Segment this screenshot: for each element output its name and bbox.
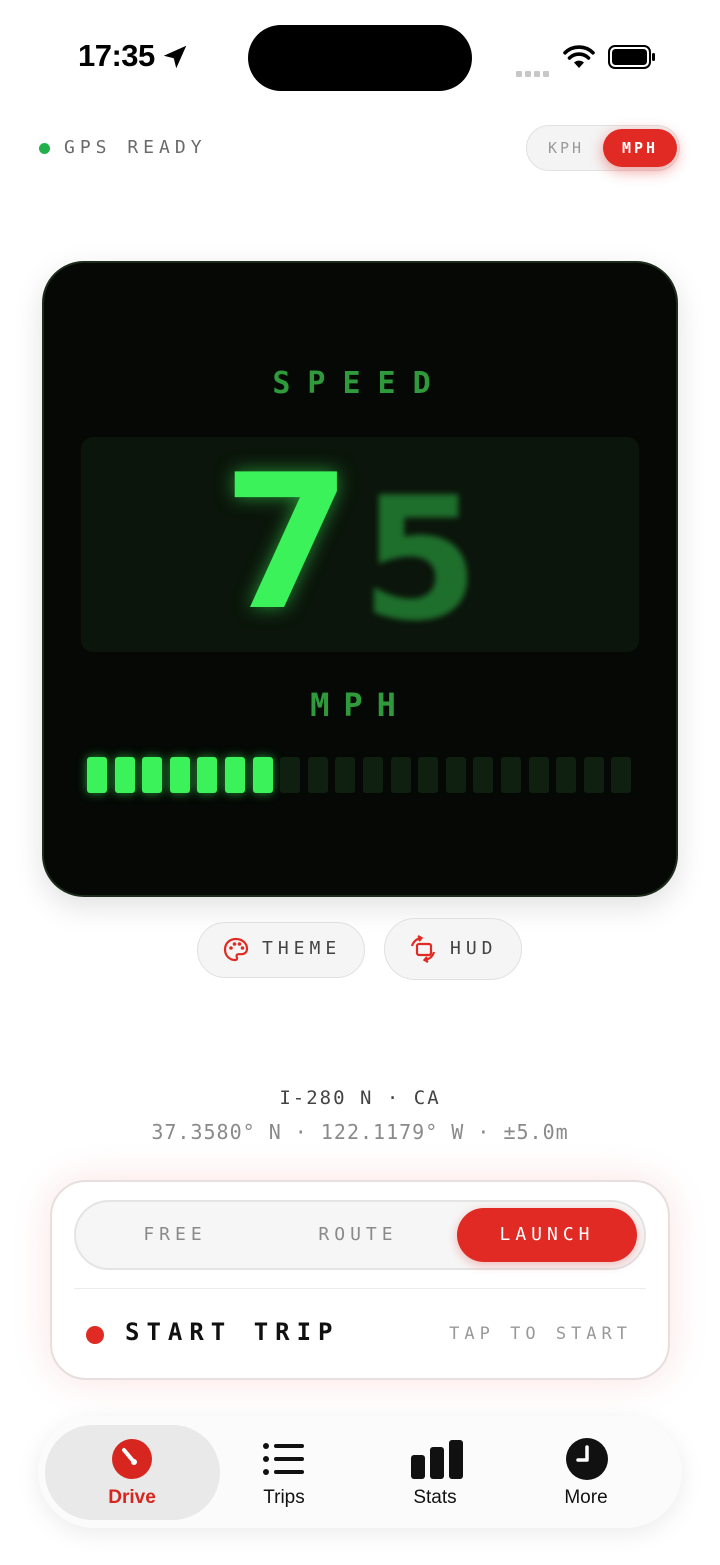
start-trip-button[interactable]: START TRIP	[125, 1318, 340, 1346]
location-arrow-icon	[163, 45, 187, 69]
speed-level-segment	[584, 757, 604, 793]
record-dot	[86, 1326, 104, 1344]
signal-icon	[516, 62, 552, 81]
speed-level-segment	[363, 757, 383, 793]
speed-level-segment	[308, 757, 328, 793]
tab-label-drive: Drive	[108, 1487, 156, 1508]
bar-chart-icon[interactable]	[410, 1439, 464, 1479]
list-icon[interactable]	[262, 1441, 306, 1477]
speed-digit-ones: 5	[360, 461, 480, 659]
gps-status-label: GPS READY	[64, 137, 207, 158]
speed-level-segment	[87, 757, 107, 793]
speed-level-segment	[225, 757, 245, 793]
speed-digit-tens: 7	[222, 434, 352, 651]
unit-option-kph[interactable]: KPH	[530, 129, 602, 167]
speed-level-segment	[556, 757, 576, 793]
speed-label: SPEED	[272, 366, 448, 401]
divider	[74, 1288, 646, 1289]
speed-unit-label: MPH	[310, 686, 410, 724]
mode-route[interactable]: ROUTE	[272, 1208, 444, 1262]
start-trip-hint: TAP TO START	[449, 1324, 632, 1344]
speed-level-segment	[197, 757, 217, 793]
speed-level-segment	[473, 757, 493, 793]
dynamic-island	[248, 25, 472, 91]
mode-free[interactable]: FREE	[90, 1208, 260, 1262]
hud-button-label: HUD	[450, 938, 498, 959]
speed-level-segment	[170, 757, 190, 793]
wifi-icon	[563, 45, 595, 68]
gps-status-dot	[39, 143, 50, 154]
tab-label-trips[interactable]: Trips	[224, 1487, 344, 1509]
gps-coordinates: 37.3580° N · 122.1179° W · ±5.0m	[151, 1120, 569, 1144]
mode-launch[interactable]: LAUNCH	[457, 1208, 637, 1262]
speed-level-segment	[391, 757, 411, 793]
rotate-screen-icon	[410, 935, 436, 963]
speed-level-segment	[418, 757, 438, 793]
theme-button-label: THEME	[262, 938, 342, 959]
speed-level-bar	[87, 757, 647, 793]
clock-icon[interactable]	[565, 1437, 609, 1481]
road-name: I-280 N · CA	[279, 1087, 441, 1109]
speed-level-segment	[253, 757, 273, 793]
status-time: 17:35	[78, 38, 155, 73]
speed-level-segment	[501, 757, 521, 793]
speed-level-segment	[529, 757, 549, 793]
speed-level-segment	[335, 757, 355, 793]
speed-level-segment	[280, 757, 300, 793]
speed-level-segment	[611, 757, 631, 793]
speed-level-segment	[115, 757, 135, 793]
unit-option-mph[interactable]: MPH	[603, 129, 677, 167]
speed-level-segment	[142, 757, 162, 793]
tab-label-more[interactable]: More	[526, 1487, 646, 1509]
speed-level-segment	[446, 757, 466, 793]
battery-icon	[608, 45, 655, 69]
palette-icon	[223, 937, 249, 962]
speedometer-icon	[112, 1439, 152, 1479]
tab-label-stats[interactable]: Stats	[375, 1487, 495, 1509]
